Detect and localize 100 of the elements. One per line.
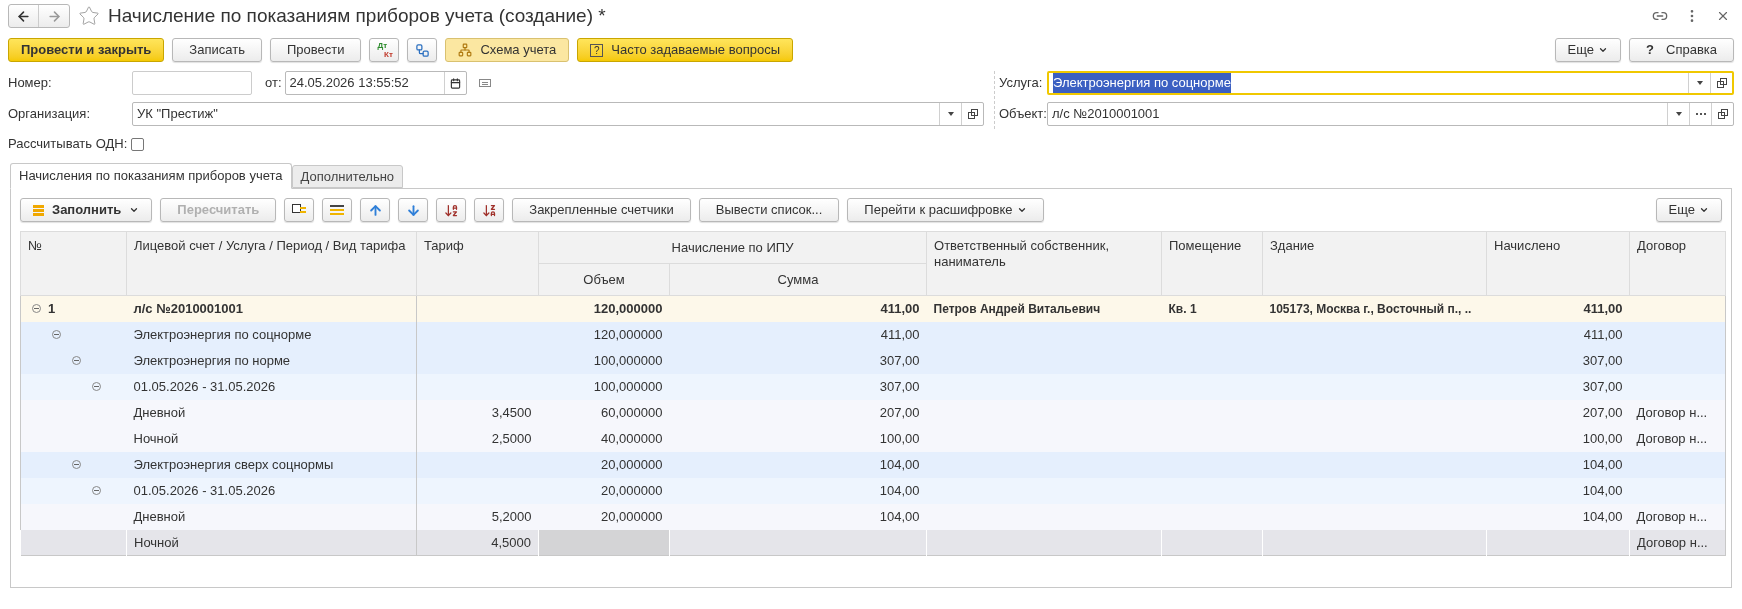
table-row[interactable]: Электроэнергия по соцнорме 120,000000 411,00 411,00 bbox=[20, 321, 1726, 348]
table-cell: Дневной bbox=[133, 404, 186, 420]
down-arrow-icon bbox=[405, 202, 421, 218]
sort-descending-button[interactable] bbox=[474, 198, 505, 222]
print-list-button[interactable]: Вывести список... bbox=[698, 198, 840, 222]
add-group-button[interactable] bbox=[322, 198, 353, 222]
table-cell: 104,00 bbox=[879, 482, 920, 498]
organization-field[interactable]: УК "Престиж" bbox=[132, 102, 984, 126]
table-row[interactable]: Дневной 3,4500 60,000000 207,00 207,00 Договор н... bbox=[20, 399, 1726, 426]
comment-icon[interactable] bbox=[478, 79, 491, 87]
column-header[interactable]: Объем bbox=[538, 263, 670, 296]
column-header[interactable]: Ответственный собственник, наниматель bbox=[926, 231, 1162, 296]
move-up-button[interactable] bbox=[360, 198, 391, 222]
tab[interactable]: Начисления по показаниям приборов учета bbox=[10, 163, 292, 189]
table-row[interactable]: 1 л/с №2010001001 120,000000 411,00 Петров Андрей Витальевич Кв. 1 105173, Москва г., Восточный п., .. 411,00 bbox=[20, 295, 1726, 322]
table-cell: Кв. 1 bbox=[1168, 302, 1197, 316]
column-header[interactable]: № bbox=[20, 231, 127, 296]
table-cell: 411,00 bbox=[880, 326, 920, 342]
post-and-close-button[interactable]: Провести и закрыть bbox=[8, 38, 165, 62]
table-cell: 4,5000 bbox=[491, 534, 531, 550]
table-row[interactable]: Ночной 2,5000 40,000000 100,00 100,00 Договор н... bbox=[20, 425, 1726, 452]
column-header[interactable]: Здание bbox=[1262, 231, 1487, 296]
table-row[interactable]: Электроэнергия сверх соцнормы 20,000000 104,00 104,00 bbox=[20, 451, 1726, 478]
open-icon bbox=[1716, 78, 1727, 88]
more-button[interactable]: Еще bbox=[1554, 38, 1622, 62]
table-cell: 104,00 bbox=[879, 508, 920, 524]
table-cell: 120,000000 bbox=[593, 301, 663, 316]
odn-checkbox[interactable] bbox=[131, 137, 145, 151]
table-cell: 100,000000 bbox=[593, 352, 663, 368]
help-button[interactable]: ? Справка bbox=[1629, 38, 1734, 62]
current-cell[interactable] bbox=[538, 529, 670, 556]
table-cell: 104,00 bbox=[1582, 456, 1623, 472]
list-icon bbox=[330, 205, 345, 215]
table-row[interactable]: 01.05.2026 - 31.05.2026 20,000000 104,00 104,00 bbox=[20, 477, 1726, 504]
table-cell: 20,000000 bbox=[601, 482, 663, 498]
table-cell: Электроэнергия по соцнорме bbox=[133, 326, 312, 342]
column-header[interactable]: Договор bbox=[1629, 231, 1726, 296]
table-cell: л/с №2010001001 bbox=[133, 301, 243, 316]
table-cell: 411,00 bbox=[1583, 326, 1623, 342]
add-row-button[interactable] bbox=[284, 198, 315, 222]
table-cell: Дневной bbox=[133, 508, 186, 524]
object-field[interactable]: л/с №2010001001 bbox=[1047, 102, 1734, 126]
toolbar-button[interactable]: Провести bbox=[269, 38, 362, 62]
table-row[interactable]: Электроэнергия по норме 100,000000 307,00 307,00 bbox=[20, 347, 1726, 374]
caret-icon bbox=[1598, 45, 1609, 55]
postings-button[interactable]: Дт Кт bbox=[369, 38, 400, 62]
table-cell: 40,000000 bbox=[601, 430, 663, 446]
table-cell: Электроэнергия по норме bbox=[133, 352, 291, 368]
column-header[interactable]: Помещение bbox=[1161, 231, 1263, 296]
dropdown-icon bbox=[1675, 112, 1682, 116]
column-header[interactable]: Лицевой счет / Услуга / Период / Вид тарифа bbox=[126, 231, 417, 296]
table-cell: Ночной bbox=[133, 430, 179, 446]
favorite-star-icon[interactable] bbox=[78, 5, 100, 27]
scheme-button[interactable]: Схема учета bbox=[445, 38, 570, 62]
table-cell: 20,000000 bbox=[601, 508, 663, 524]
table-cell: 104,00 bbox=[1582, 482, 1623, 498]
tab[interactable]: Дополнительно bbox=[291, 165, 404, 188]
sort-ascending-button[interactable] bbox=[436, 198, 467, 222]
field-label: Услуга: bbox=[999, 74, 1044, 93]
back-icon bbox=[16, 8, 31, 24]
field-label: Объект: bbox=[999, 105, 1047, 124]
field-label: Организация: bbox=[8, 105, 92, 124]
table-cell: 307,00 bbox=[1582, 378, 1623, 394]
column-header[interactable]: Начисление по ИПУ bbox=[538, 231, 927, 264]
table-cell: 100,00 bbox=[1582, 430, 1623, 446]
table-cell: 411,00 bbox=[1583, 301, 1623, 316]
column-header[interactable]: Сумма bbox=[669, 263, 927, 296]
table-cell: Электроэнергия сверх соцнормы bbox=[133, 456, 334, 472]
column-header[interactable]: Начислено bbox=[1486, 231, 1630, 296]
column-header[interactable]: Тариф bbox=[416, 231, 539, 296]
table-row[interactable]: Дневной 5,2000 20,000000 104,00 104,00 Договор н... bbox=[20, 503, 1726, 530]
table-cell: Петров Андрей Витальевич bbox=[933, 302, 1101, 316]
table-cell: 411,00 bbox=[880, 301, 920, 316]
structure-icon bbox=[414, 42, 430, 58]
table-cell: 105173, Москва г., Восточный п., .. bbox=[1269, 302, 1472, 316]
open-icon bbox=[1717, 109, 1728, 119]
open-icon bbox=[967, 109, 978, 119]
number-field[interactable] bbox=[132, 71, 252, 95]
close-icon[interactable] bbox=[1716, 9, 1730, 23]
table-cell: 01.05.2026 - 31.05.2026 bbox=[133, 378, 276, 394]
fill-button[interactable]: Заполнить bbox=[20, 198, 153, 222]
table-cell: 2,5000 bbox=[491, 430, 532, 446]
service-field[interactable]: Электроэнергия по соцнорме bbox=[1047, 71, 1734, 95]
drill-down-button[interactable]: Перейти к расшифровке bbox=[847, 198, 1044, 222]
dropdown-icon bbox=[947, 112, 954, 116]
toolbar-button[interactable]: Записать bbox=[172, 38, 262, 62]
table-cell: Ночной bbox=[134, 534, 179, 550]
structure-button[interactable] bbox=[407, 38, 438, 62]
pinned-meters-button[interactable]: Закрепленные счетчики bbox=[512, 198, 691, 222]
table-cell: 3,4500 bbox=[491, 404, 532, 420]
field-label: Номер: bbox=[8, 74, 53, 93]
table-more-button[interactable]: Еще bbox=[1655, 198, 1722, 222]
move-down-button[interactable] bbox=[398, 198, 429, 222]
table-row[interactable]: Ночной 4,5000 Договор н... bbox=[20, 529, 1726, 556]
date-field[interactable]: 24.05.2026 13:55:52 bbox=[284, 71, 467, 95]
table-cell: Договор н... bbox=[1636, 430, 1708, 446]
table-cell: 5,2000 bbox=[491, 508, 532, 524]
table-cell: 207,00 bbox=[879, 404, 920, 420]
faq-button[interactable]: ? Часто задаваемые вопросы bbox=[577, 38, 794, 62]
table-row[interactable]: 01.05.2026 - 31.05.2026 100,000000 307,00 307,00 bbox=[20, 373, 1726, 400]
